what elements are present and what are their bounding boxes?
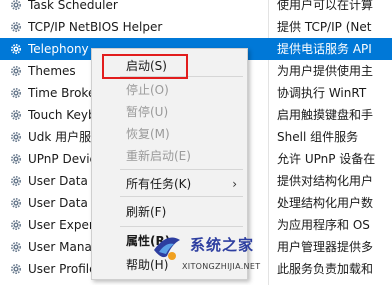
- service-description: 此服务负责加载和: [277, 262, 374, 276]
- service-description: 为应用程序和 OS: [277, 218, 370, 232]
- watermark-logo-icon: [154, 237, 180, 260]
- service-description: 为用户提供使用主: [277, 64, 374, 78]
- service-description: 启用触摸键盘和手: [277, 108, 374, 122]
- gear-icon: [11, 66, 21, 76]
- menu-item-label: 刷新(F): [126, 205, 167, 219]
- gear-icon: [11, 110, 21, 120]
- menu-item[interactable]: 刷新(F): [92, 201, 247, 223]
- menu-item[interactable]: 所有任务(K) ›: [92, 173, 247, 195]
- watermark: 系统之家 XITONGZHIJIA.NET: [150, 228, 270, 285]
- gear-icon: [11, 22, 21, 32]
- gear-icon: [11, 132, 21, 142]
- gear-icon: [11, 220, 21, 230]
- gear-icon: [11, 264, 21, 274]
- menu-item: 重新启动(E): [92, 145, 247, 167]
- menu-item: 停止(O): [92, 79, 247, 101]
- gear-icon: [11, 0, 21, 10]
- menu-separator: [120, 226, 243, 227]
- menu-item: 恢复(M): [92, 123, 247, 145]
- service-description: 提供 TCP/IP (Net: [277, 20, 372, 34]
- service-description: 协调执行 WinRT: [277, 86, 367, 100]
- service-description: 提供对结构化用户: [277, 174, 374, 188]
- menu-separator: [120, 196, 243, 197]
- service-description: 允许 UPnP 设备在: [277, 152, 376, 166]
- gear-icon: [11, 242, 21, 252]
- service-name: TCP/IP NetBIOS Helper: [28, 20, 163, 34]
- service-description: 提供电话服务 API: [277, 42, 372, 56]
- service-name: Task Scheduler: [28, 0, 118, 12]
- service-description: Shell 组件服务: [277, 130, 359, 144]
- menu-item: 暂停(U): [92, 101, 247, 123]
- service-description: 使用户可以在计算: [277, 0, 374, 12]
- highlight-box: [102, 54, 188, 79]
- menu-separator: [120, 169, 243, 170]
- service-description: 处理结构化用户数: [277, 196, 374, 210]
- watermark-title: 系统之家: [190, 236, 255, 254]
- menu-item-label: 所有任务(K): [126, 177, 192, 191]
- menu-item-label: 停止(O): [126, 83, 169, 97]
- gear-icon: [11, 176, 21, 186]
- gear-icon: [11, 88, 21, 98]
- menu-item-label: 恢复(M): [126, 127, 170, 141]
- service-row[interactable]: Task Scheduler 使用户可以在计算: [0, 0, 392, 16]
- watermark-url: XITONGZHIJIA.NET: [182, 262, 261, 271]
- gear-icon: [11, 44, 21, 54]
- menu-item-label: 重新启动(E): [126, 149, 191, 163]
- menu-item-label: 暂停(U): [126, 105, 169, 119]
- submenu-arrow-icon: ›: [232, 177, 237, 191]
- gear-icon: [11, 198, 21, 208]
- service-description: 用户管理器提供多: [277, 240, 374, 254]
- service-row[interactable]: TCP/IP NetBIOS Helper 提供 TCP/IP (Net: [0, 16, 392, 38]
- gear-icon: [11, 154, 21, 164]
